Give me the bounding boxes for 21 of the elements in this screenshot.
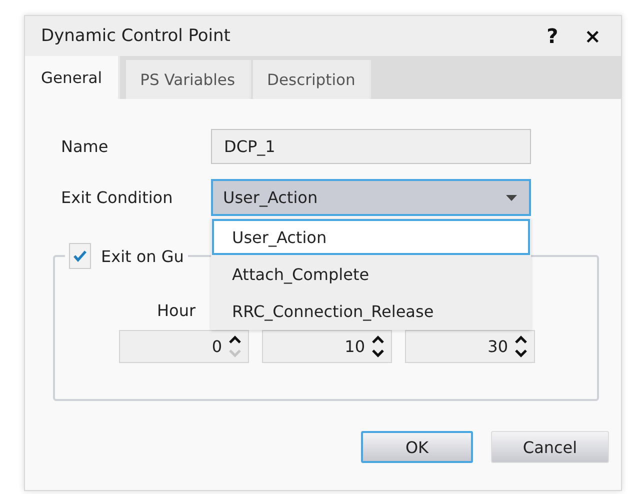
number-spinner[interactable]: 10 bbox=[262, 330, 392, 363]
dropdown-option[interactable]: User_Action bbox=[212, 219, 530, 255]
close-button[interactable]: × bbox=[578, 24, 607, 48]
name-field[interactable]: DCP_1 bbox=[211, 129, 531, 164]
checkbox-label: Exit on Gu bbox=[101, 246, 184, 266]
checkmark-icon bbox=[73, 250, 87, 262]
number-spinner[interactable]: 30 bbox=[405, 330, 535, 363]
tab[interactable]: PS Variables bbox=[126, 60, 252, 99]
checkbox[interactable] bbox=[69, 243, 91, 269]
window-title: Dynamic Control Point bbox=[41, 26, 232, 46]
caret-icon bbox=[506, 194, 517, 200]
field-label: Exit Condition bbox=[60, 188, 174, 207]
column-label: Hour bbox=[157, 301, 196, 320]
tab[interactable]: General bbox=[25, 56, 120, 99]
cancel-button[interactable]: Cancel bbox=[491, 431, 609, 463]
ok-button[interactable]: OK bbox=[361, 431, 473, 463]
number-spinner[interactable]: 0 bbox=[119, 330, 249, 363]
exit-condition-dropdown[interactable]: User_Action bbox=[211, 179, 531, 216]
tab[interactable]: Description bbox=[253, 60, 372, 99]
field-label: Name bbox=[60, 137, 110, 156]
help-button[interactable]: ? bbox=[540, 24, 564, 48]
